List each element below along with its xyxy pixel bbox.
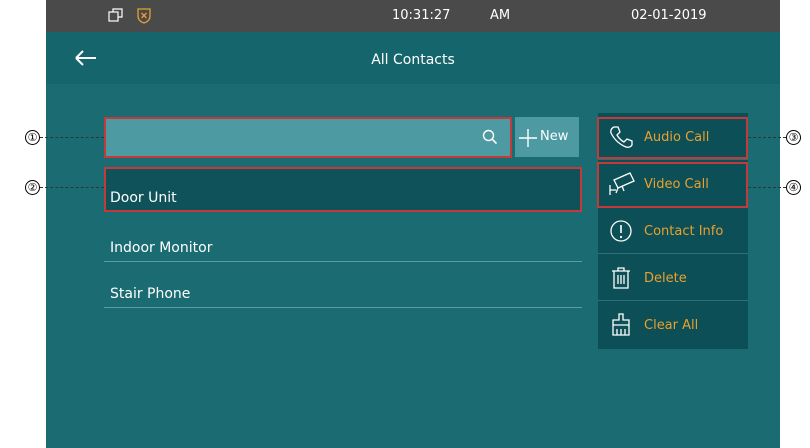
contact-name: Indoor Monitor: [110, 240, 213, 256]
contact-item-stair-phone[interactable]: Stair Phone: [104, 264, 582, 308]
trash-icon: [612, 267, 630, 289]
new-button-label: New: [540, 129, 569, 144]
callout-marker-3: ③: [786, 130, 801, 145]
shield-icon: [137, 8, 151, 24]
clear-all-button[interactable]: Clear All: [598, 301, 748, 348]
callout-line-2: [40, 187, 104, 188]
new-contact-button[interactable]: New: [515, 117, 579, 157]
delete-label: Delete: [644, 271, 687, 286]
audio-call-highlight-box: [597, 117, 748, 159]
broom-icon: [612, 313, 630, 336]
title-bar: All Contacts: [46, 32, 780, 84]
page-title: All Contacts: [371, 52, 455, 68]
clear-all-label: Clear All: [644, 318, 699, 333]
window-icon: [108, 8, 123, 22]
delete-button[interactable]: Delete: [598, 254, 748, 301]
contact-info-button[interactable]: Contact Info: [598, 207, 748, 254]
video-call-highlight-box: [597, 162, 748, 208]
callout-line-4: [748, 187, 786, 188]
search-highlight-box: [104, 117, 512, 158]
callout-marker-4: ④: [786, 180, 801, 195]
plus-icon: [519, 129, 537, 147]
callout-line-1: [40, 137, 104, 138]
contact-info-label: Contact Info: [644, 224, 724, 239]
status-bar: 10:31:27 AM 02-01-2019: [46, 0, 780, 32]
contact-highlight-box: [104, 167, 582, 212]
status-time: 10:31:27: [392, 8, 451, 23]
device-screen: 10:31:27 AM 02-01-2019 All Contacts New …: [46, 0, 780, 448]
callout-marker-2: ②: [25, 180, 40, 195]
contact-item-indoor-monitor[interactable]: Indoor Monitor: [104, 218, 582, 262]
contact-name: Stair Phone: [110, 286, 191, 302]
status-date: 02-01-2019: [631, 8, 707, 23]
callout-marker-1: ①: [25, 130, 40, 145]
callout-line-3: [748, 137, 786, 138]
info-icon: [610, 220, 632, 242]
status-ampm: AM: [490, 8, 511, 23]
